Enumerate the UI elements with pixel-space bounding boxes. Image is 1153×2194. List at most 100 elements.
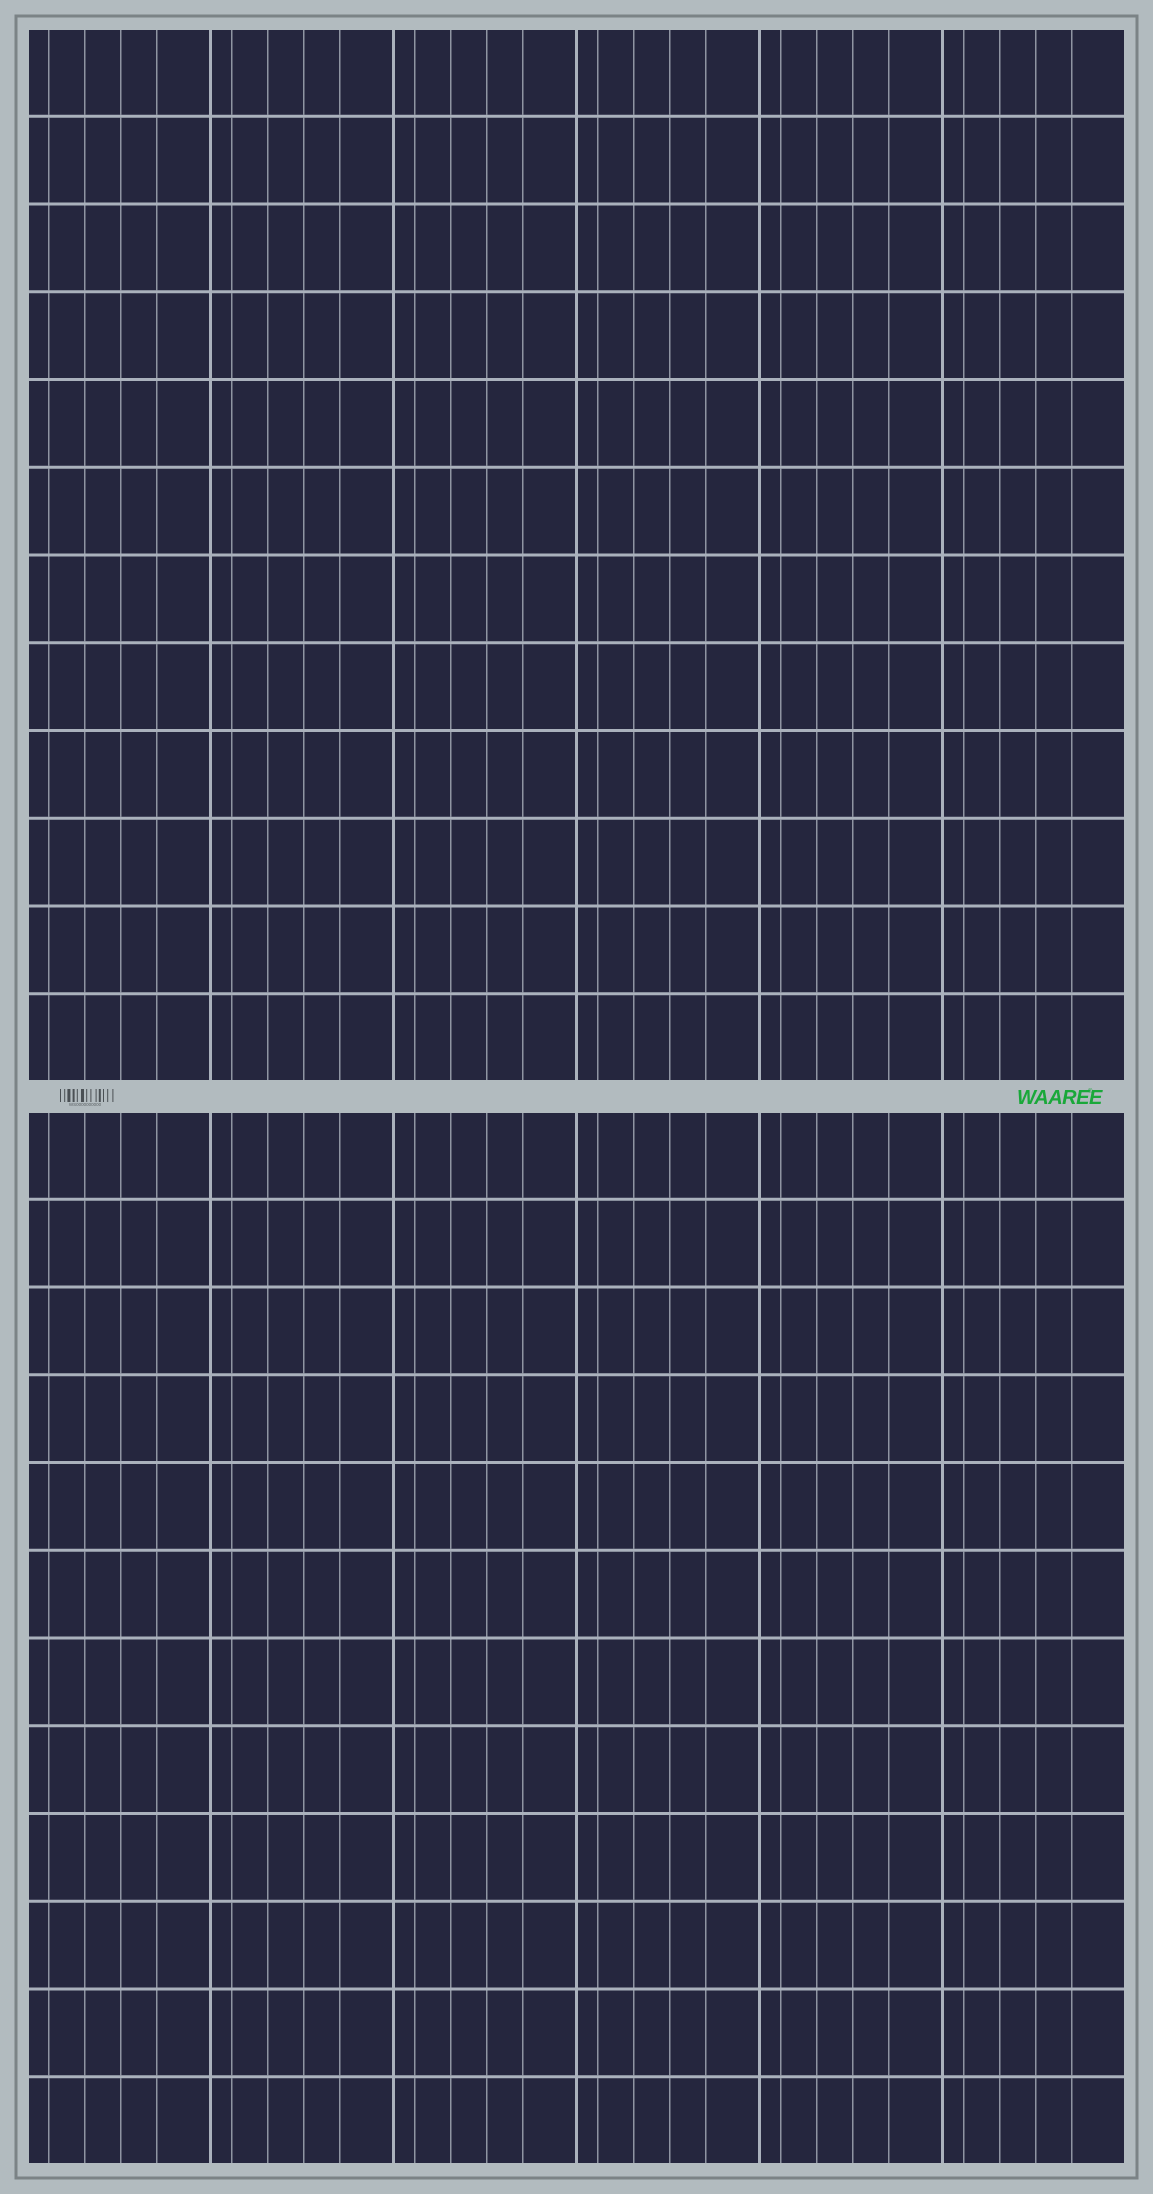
solar-cell-surface [761, 468, 941, 554]
solar-cell [212, 1464, 392, 1549]
solar-cell-surface [212, 1288, 392, 1374]
solar-cell-surface [395, 1551, 575, 1637]
solar-cell [395, 1376, 575, 1461]
solar-cell [212, 1815, 392, 1900]
solar-cell-surface [944, 2078, 1124, 2163]
solar-cell [944, 117, 1124, 203]
solar-cell [578, 1113, 758, 1198]
solar-cell [578, 117, 758, 203]
solar-cell-surface [761, 1200, 941, 1286]
solar-cell-surface [212, 205, 392, 291]
solar-cell-surface [395, 1902, 575, 1988]
solar-cell [395, 293, 575, 378]
solar-cell [944, 1200, 1124, 1286]
solar-cell [761, 556, 941, 642]
solar-cell-surface [578, 381, 758, 466]
solar-cell [212, 117, 392, 203]
solar-cell [578, 644, 758, 729]
solar-cell-surface [29, 1990, 209, 2076]
solar-cell-surface [944, 1376, 1124, 1461]
solar-cell-surface [944, 293, 1124, 378]
solar-cell [944, 644, 1124, 729]
solar-cell [395, 644, 575, 729]
solar-cell-surface [578, 1639, 758, 1725]
solar-cell [761, 1288, 941, 1374]
solar-cell-surface [761, 907, 941, 993]
solar-cell-surface [761, 2078, 941, 2163]
barcode-bar [107, 1089, 109, 1102]
solar-cell [29, 556, 209, 642]
barcode-bar [76, 1089, 78, 1102]
solar-cell [578, 1990, 758, 2076]
solar-cell [944, 1727, 1124, 1812]
solar-cell-surface [395, 1200, 575, 1286]
solar-cell [29, 1639, 209, 1725]
solar-cell-surface [578, 293, 758, 378]
solar-cell [944, 2078, 1124, 2163]
solar-cell [761, 117, 941, 203]
barcode-bar [60, 1089, 61, 1102]
solar-cell-surface [944, 1639, 1124, 1725]
solar-cell-surface [395, 1727, 575, 1812]
solar-cell-surface [761, 30, 941, 115]
solar-cell-surface [578, 556, 758, 642]
solar-cell [578, 1376, 758, 1461]
solar-cell-surface [578, 644, 758, 729]
solar-cell-surface [212, 1815, 392, 1900]
solar-cell [578, 468, 758, 554]
solar-cell [29, 1990, 209, 2076]
solar-cell-surface [578, 1902, 758, 1988]
solar-cell [944, 907, 1124, 993]
solar-cell-surface [944, 1464, 1124, 1549]
solar-cell-surface [29, 819, 209, 905]
solar-cell-surface [761, 381, 941, 466]
solar-cell [29, 907, 209, 993]
solar-cell-surface [212, 1727, 392, 1812]
solar-cell-surface [578, 1990, 758, 2076]
solar-cell-surface [944, 819, 1124, 905]
solar-cell [212, 1990, 392, 2076]
solar-cell-surface [212, 293, 392, 378]
solar-cell [212, 995, 392, 1080]
solar-cell [578, 1288, 758, 1374]
solar-cell [761, 468, 941, 554]
solar-cell [578, 995, 758, 1080]
solar-cell-surface [29, 1376, 209, 1461]
solar-cell-surface [395, 117, 575, 203]
solar-cell [395, 1727, 575, 1812]
solar-cell [761, 1902, 941, 1988]
solar-cell-surface [578, 1727, 758, 1812]
solar-cell [212, 30, 392, 115]
solar-cell [944, 1288, 1124, 1374]
solar-cell-surface [578, 732, 758, 817]
solar-cell [578, 1902, 758, 1988]
solar-cell [212, 205, 392, 291]
solar-cell [944, 468, 1124, 554]
solar-cell-surface [761, 1902, 941, 1988]
solar-cell-surface [29, 468, 209, 554]
solar-cell [395, 1551, 575, 1637]
solar-cell-surface [944, 117, 1124, 203]
solar-cell [761, 293, 941, 378]
solar-cell [761, 907, 941, 993]
solar-cell-surface [944, 1990, 1124, 2076]
solar-cell-surface [944, 205, 1124, 291]
solar-cell [212, 644, 392, 729]
cell-area-bottom [29, 1113, 1124, 2163]
solar-cell [212, 293, 392, 378]
solar-cell-surface [395, 995, 575, 1080]
solar-cell [395, 1464, 575, 1549]
solar-cell-surface [761, 732, 941, 817]
solar-cell-surface [29, 1639, 209, 1725]
solar-cell [578, 556, 758, 642]
solar-cell-surface [761, 1376, 941, 1461]
solar-cell-surface [944, 732, 1124, 817]
solar-cell [944, 1113, 1124, 1198]
solar-cell [578, 293, 758, 378]
solar-cell-surface [29, 1200, 209, 1286]
solar-cell [395, 117, 575, 203]
solar-cell-surface [29, 1727, 209, 1812]
solar-cell-surface [212, 1113, 392, 1198]
barcode-bar [90, 1089, 92, 1102]
solar-cell-surface [395, 2078, 575, 2163]
